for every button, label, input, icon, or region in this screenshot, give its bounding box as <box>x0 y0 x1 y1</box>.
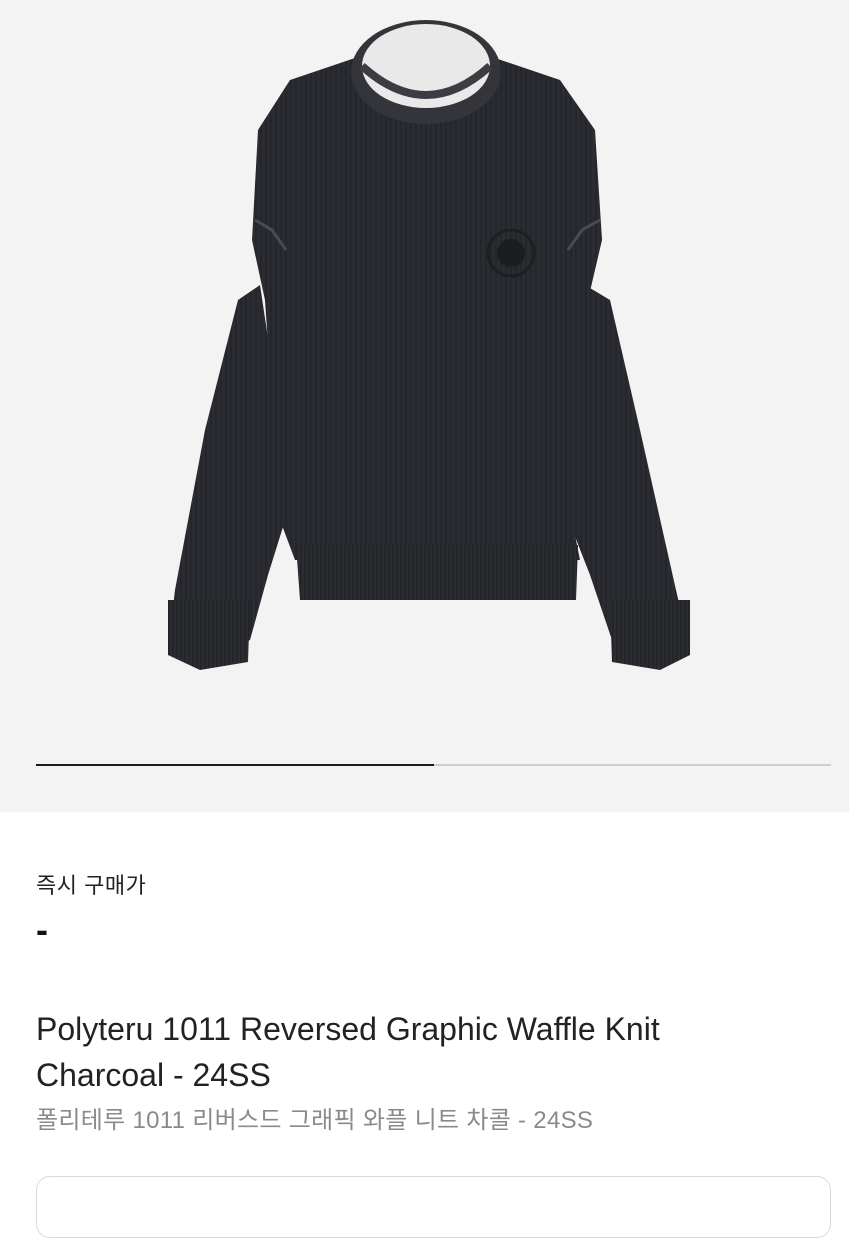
product-image[interactable] <box>0 0 849 760</box>
product-image-gallery[interactable] <box>0 0 849 812</box>
product-detail-box[interactable] <box>36 1176 831 1238</box>
product-title-en: Polyteru 1011 Reversed Graphic Waffle Kn… <box>36 1011 660 1093</box>
image-carousel-progress <box>36 764 831 766</box>
instant-buy-price-label: 즉시 구매가 <box>36 873 147 898</box>
image-carousel-progress-fill <box>36 764 434 766</box>
product-title-ko: 폴리테루 1011 리버스드 그래픽 와플 니트 차콜 - 24SS <box>36 1107 594 1134</box>
instant-buy-price-value: - <box>36 909 48 950</box>
